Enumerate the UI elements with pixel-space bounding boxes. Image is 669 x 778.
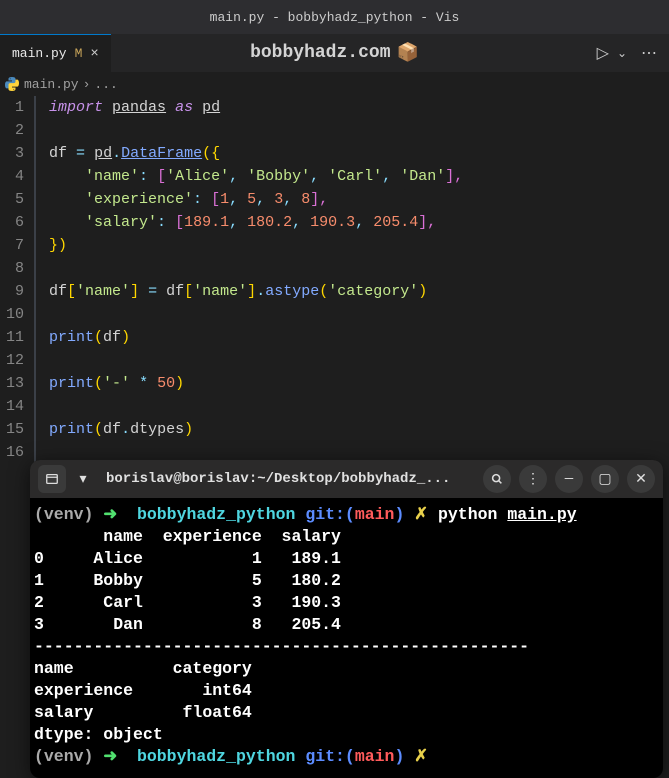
- code-line[interactable]: [40, 395, 669, 418]
- line-number: 12: [0, 349, 24, 372]
- line-number: 15: [0, 418, 24, 441]
- breadcrumb-file[interactable]: main.py: [24, 77, 79, 92]
- chevron-right-icon: ›: [83, 77, 91, 92]
- code-line[interactable]: [40, 303, 669, 326]
- window-title: main.py - bobbyhadz_python - Vis: [210, 10, 460, 25]
- minimize-button[interactable]: —: [555, 465, 583, 493]
- line-number: 6: [0, 211, 24, 234]
- line-number: 10: [0, 303, 24, 326]
- code-line[interactable]: [40, 119, 669, 142]
- line-number: 7: [0, 234, 24, 257]
- code-area[interactable]: import pandas as pd df = pd.DataFrame({ …: [34, 96, 669, 464]
- line-number: 11: [0, 326, 24, 349]
- code-line[interactable]: import pandas as pd: [40, 96, 669, 119]
- code-line[interactable]: [40, 349, 669, 372]
- line-number: 16: [0, 441, 24, 464]
- code-line[interactable]: [40, 257, 669, 280]
- chevron-down-icon[interactable]: ⌄: [617, 46, 627, 61]
- line-number: 14: [0, 395, 24, 418]
- code-line[interactable]: 'experience': [1, 5, 3, 8],: [40, 188, 669, 211]
- breadcrumb-more[interactable]: ...: [94, 77, 117, 92]
- code-line[interactable]: print('-' * 50): [40, 372, 669, 395]
- window-title-bar: main.py - bobbyhadz_python - Vis: [0, 0, 669, 34]
- code-editor[interactable]: 1 2 3 4 5 6 7 8 9 10 11 12 13 14 15 16 i…: [0, 96, 669, 464]
- new-tab-button[interactable]: [38, 465, 66, 493]
- tab-main-py[interactable]: main.py M ×: [0, 34, 111, 72]
- line-number: 2: [0, 119, 24, 142]
- terminal-body[interactable]: (venv) ➜ bobbyhadz_python git:(main) ✗ p…: [30, 498, 663, 778]
- python-icon: [4, 76, 20, 92]
- terminal-header: ▾ borislav@borislav:~/Desktop/bobbyhadz_…: [30, 460, 663, 498]
- code-line[interactable]: }): [40, 234, 669, 257]
- menu-button[interactable]: ⋮: [519, 465, 547, 493]
- close-icon[interactable]: ×: [90, 46, 98, 62]
- line-number: 3: [0, 142, 24, 165]
- modified-indicator: M: [75, 46, 83, 61]
- code-line[interactable]: print(df.dtypes): [40, 418, 669, 441]
- code-line[interactable]: print(df): [40, 326, 669, 349]
- line-number: 13: [0, 372, 24, 395]
- terminal-window: ▾ borislav@borislav:~/Desktop/bobbyhadz_…: [30, 460, 663, 778]
- line-number: 1: [0, 96, 24, 119]
- more-icon[interactable]: ⋯: [641, 43, 657, 63]
- code-line[interactable]: 'salary': [189.1, 180.2, 190.3, 205.4],: [40, 211, 669, 234]
- code-line[interactable]: 'name': ['Alice', 'Bobby', 'Carl', 'Dan'…: [40, 165, 669, 188]
- line-number: 8: [0, 257, 24, 280]
- tab-bar: main.py M × bobbyhadz.com 📦 ▷ ⌄ ⋯: [0, 34, 669, 72]
- line-number: 4: [0, 165, 24, 188]
- maximize-button[interactable]: ▢: [591, 465, 619, 493]
- breadcrumb[interactable]: main.py › ...: [0, 72, 669, 96]
- package-icon: 📦: [397, 42, 419, 64]
- code-line[interactable]: df = pd.DataFrame({: [40, 142, 669, 165]
- line-number-gutter: 1 2 3 4 5 6 7 8 9 10 11 12 13 14 15 16: [0, 96, 34, 464]
- chevron-down-icon[interactable]: ▾: [74, 465, 92, 493]
- watermark-text: bobbyhadz.com: [250, 43, 390, 63]
- code-line[interactable]: df['name'] = df['name'].astype('category…: [40, 280, 669, 303]
- line-number: 5: [0, 188, 24, 211]
- watermark: bobbyhadz.com 📦: [250, 42, 419, 64]
- search-button[interactable]: [483, 465, 511, 493]
- line-number: 9: [0, 280, 24, 303]
- tab-label: main.py: [12, 46, 67, 61]
- close-button[interactable]: ✕: [627, 465, 655, 493]
- run-controls: ▷ ⌄ ⋯: [597, 43, 657, 63]
- terminal-title: borislav@borislav:~/Desktop/bobbyhadz_..…: [100, 471, 475, 487]
- play-icon[interactable]: ▷: [597, 43, 609, 63]
